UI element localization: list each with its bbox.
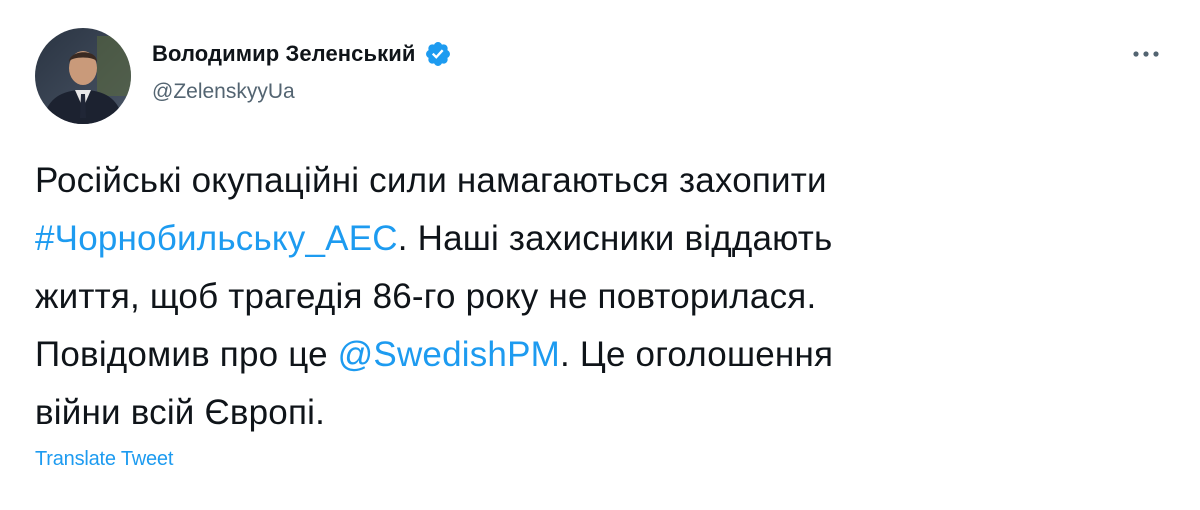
more-horizontal-icon	[1133, 51, 1159, 57]
tweet-text: Російські окупаційні сили намагаються за…	[35, 152, 1145, 442]
tweet-text-segment: . Це оголошення	[560, 335, 834, 374]
tweet-line: #Чорнобильську_АЕС. Наші захисники відда…	[35, 210, 1145, 268]
author-name-row: Володимир Зеленський	[152, 38, 452, 70]
tweet-text-segment: . Наші захисники віддають	[397, 219, 833, 258]
tweet-text-segment: Російські окупаційні сили намагаються за…	[35, 161, 827, 200]
hashtag-link[interactable]: #Чорнобильську_АЕС	[35, 219, 398, 258]
more-options-button[interactable]	[1126, 40, 1166, 68]
tweet-text-segment: життя, щоб трагедія 86-го року не повтор…	[35, 277, 817, 316]
tweet-line: Повідомив про це @SwedishPM. Це оголошен…	[35, 326, 1145, 384]
avatar[interactable]	[35, 28, 131, 124]
tweet-line: життя, щоб трагедія 86-го року не повтор…	[35, 268, 1145, 326]
author-display-name[interactable]: Володимир Зеленський	[152, 41, 416, 67]
verified-badge-icon	[424, 40, 452, 68]
tweet-text-segment: війни всій Європі.	[35, 393, 326, 432]
author-handle[interactable]: @ZelenskyyUa	[152, 80, 295, 104]
translate-tweet-link[interactable]: Translate Tweet	[35, 448, 173, 471]
tweet-card: Володимир Зеленський @ZelenskyyUa Російс…	[0, 0, 1200, 510]
tweet-line: війни всій Європі.	[35, 384, 1145, 442]
mention-link[interactable]: @SwedishPM	[338, 335, 560, 374]
tweet-line: Російські окупаційні сили намагаються за…	[35, 152, 1145, 210]
tweet-text-segment: Повідомив про це	[35, 335, 338, 374]
profile-photo-icon	[35, 28, 131, 124]
